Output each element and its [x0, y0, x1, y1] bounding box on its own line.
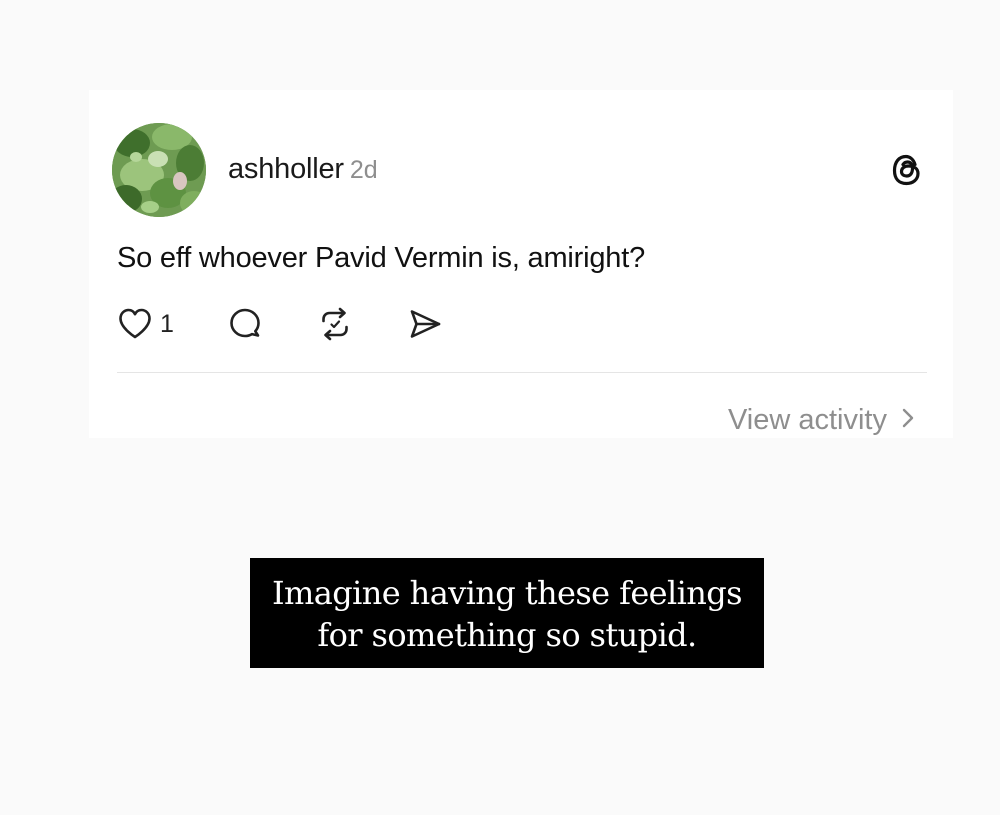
send-icon [410, 310, 441, 338]
divider [117, 372, 927, 373]
post-header: ashholler 2d [228, 151, 378, 192]
repost-arrows-icon [322, 307, 348, 341]
avatar[interactable] [112, 123, 206, 217]
threads-logo-icon[interactable] [889, 152, 925, 188]
reply-button[interactable] [227, 306, 267, 342]
view-activity-link[interactable]: View activity [728, 402, 915, 438]
caption-line-2: for something so stupid. [317, 616, 697, 654]
post-time: 2d [349, 156, 378, 184]
share-button[interactable] [407, 306, 447, 342]
heart-icon [119, 308, 151, 339]
like-count: 1 [160, 310, 174, 338]
like-button[interactable]: 1 [117, 306, 187, 342]
username[interactable]: ashholler [228, 153, 344, 185]
avatar-image [112, 123, 206, 217]
repost-button[interactable] [317, 306, 357, 342]
caption-line-1: Imagine having these feelings [271, 574, 743, 612]
post-text: So eff whoever Pavid Vermin is, amiright… [117, 242, 646, 274]
threads-post-card: ashholler 2d So eff whoever Pavid Vermin … [89, 90, 953, 438]
caption-box: Imagine having these feelings for someth… [250, 558, 764, 668]
comment-bubble-icon [230, 308, 260, 338]
view-activity-label: View activity [727, 404, 887, 436]
chevron-right-icon [901, 402, 915, 438]
